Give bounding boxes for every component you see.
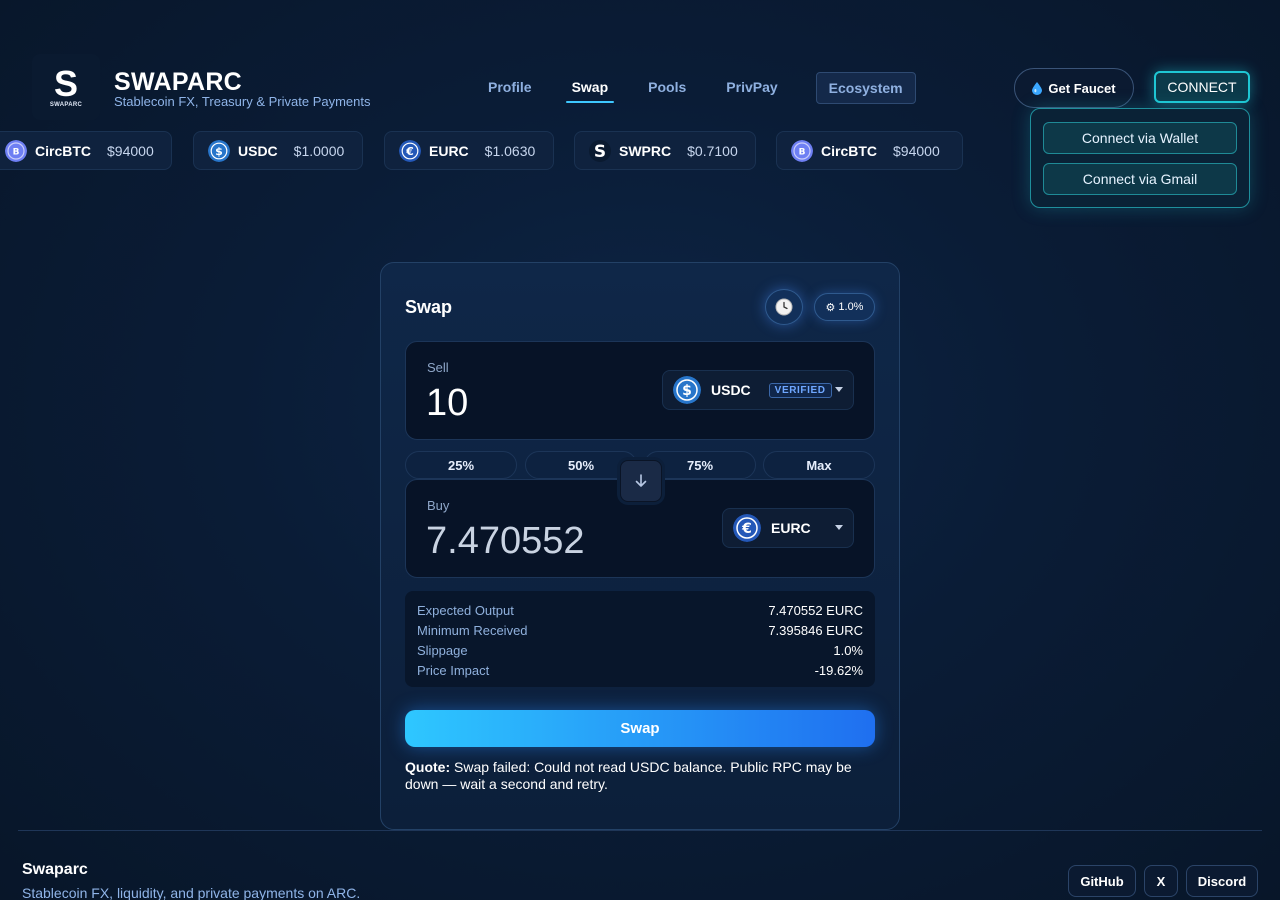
svg-text:$: $ — [682, 383, 692, 399]
detail-row: Slippage 1.0% — [417, 641, 863, 661]
connect-gmail-option[interactable]: Connect via Gmail — [1043, 163, 1237, 195]
circbtc-icon: B — [791, 139, 813, 162]
footer-divider — [18, 830, 1262, 831]
sell-token-selector[interactable]: $ USDC VERIFIED — [662, 370, 854, 410]
ticker-item: S SWPRC $0.7100 — [574, 131, 756, 170]
history-button[interactable] — [765, 289, 803, 325]
svg-text:$: $ — [215, 145, 223, 158]
nav-swap[interactable]: Swap — [564, 72, 617, 103]
detail-row: Expected Output 7.470552 EURC — [417, 601, 863, 621]
ticker-symbol: USDC — [238, 142, 278, 159]
ticker-symbol: SWPRC — [619, 142, 672, 159]
sell-label: Sell — [427, 360, 449, 375]
buy-token-selector[interactable]: € EURC — [722, 508, 854, 548]
footer-title: Swaparc — [22, 861, 88, 878]
nav-privpay[interactable]: PrivPay — [718, 72, 785, 103]
percent-25-button[interactable]: 25% — [405, 451, 517, 479]
brand-title: SWAPARC — [114, 68, 243, 96]
gear-icon: ⚙ — [825, 301, 836, 314]
detail-row: Price Impact -19.62% — [417, 661, 863, 681]
connect-wallet-option[interactable]: Connect via Wallet — [1043, 122, 1237, 154]
connect-button[interactable]: CONNECT — [1154, 71, 1250, 103]
connect-dropdown: Connect via Wallet Connect via Gmail — [1030, 108, 1250, 208]
main-nav: Profile Swap Pools PrivPay Ecosystem — [480, 72, 940, 104]
clock-icon — [775, 298, 793, 316]
svg-text:€: € — [405, 145, 414, 158]
logo-caption: SWAPARC — [49, 101, 83, 108]
sell-panel: Sell 10 $ USDC VERIFIED — [405, 341, 875, 440]
svg-text:B: B — [799, 147, 806, 157]
detail-row: Minimum Received 7.395846 EURC — [417, 621, 863, 641]
ticker-price: $94000 — [893, 142, 940, 159]
swap-button[interactable]: Swap — [405, 710, 875, 747]
water-drop-icon — [1032, 81, 1043, 95]
sell-amount-input[interactable]: 10 — [426, 382, 468, 425]
get-faucet-button[interactable]: Get Faucet — [1014, 68, 1134, 108]
ticker-item: € EURC $1.0630 — [384, 131, 554, 170]
brand-logo[interactable]: S SWAPARC — [32, 54, 100, 120]
chevron-down-icon — [835, 387, 843, 392]
swap-card: Swap ⚙ 1.0% Sell 10 $ USDC VERIFIED 25% … — [380, 262, 900, 830]
usdc-icon: $ — [208, 139, 230, 162]
nav-ecosystem[interactable]: Ecosystem — [815, 72, 916, 104]
detail-label: Price Impact — [417, 663, 490, 678]
arrow-down-icon — [635, 474, 647, 487]
ticker-symbol: EURC — [429, 142, 469, 159]
buy-token-symbol: EURC — [771, 520, 811, 536]
brand-subtitle: Stablecoin FX, Treasury & Private Paymen… — [114, 94, 371, 109]
slippage-settings-button[interactable]: ⚙ 1.0% — [814, 293, 875, 321]
swap-details: Expected Output 7.470552 EURC Minimum Re… — [405, 591, 875, 687]
quote-text: Swap failed: Could not read USDC balance… — [405, 759, 852, 792]
svg-text:€: € — [741, 521, 752, 537]
quote-message: Quote: Swap failed: Could not read USDC … — [405, 759, 875, 793]
detail-value: 1.0% — [833, 643, 863, 658]
usdc-icon: $ — [673, 376, 701, 404]
eurc-icon: € — [733, 514, 761, 542]
flip-tokens-button[interactable] — [620, 460, 662, 502]
ticker-price: $1.0000 — [293, 142, 345, 159]
svg-text:B: B — [13, 147, 20, 157]
logo-letter: S — [53, 62, 78, 104]
ticker-symbol: CircBTC — [35, 142, 92, 159]
buy-label: Buy — [427, 498, 450, 513]
svg-text:S: S — [594, 142, 606, 162]
footer-subtitle: Stablecoin FX, liquidity, and private pa… — [22, 885, 361, 900]
detail-value: 7.395846 EURC — [768, 623, 863, 638]
swap-card-title: Swap — [405, 297, 453, 317]
nav-pools[interactable]: Pools — [640, 72, 694, 103]
discord-link[interactable]: Discord — [1186, 865, 1258, 897]
ticker-symbol: CircBTC — [821, 142, 878, 159]
detail-value: 7.470552 EURC — [768, 603, 863, 618]
ticker-item: $ USDC $1.0000 — [193, 131, 363, 170]
github-link[interactable]: GitHub — [1068, 865, 1136, 897]
detail-label: Minimum Received — [417, 623, 528, 638]
detail-value: -19.62% — [814, 663, 863, 678]
buy-amount-output: 7.470552 — [426, 520, 585, 562]
x-link[interactable]: X — [1144, 865, 1178, 897]
detail-label: Slippage — [417, 643, 468, 658]
price-ticker: B CircBTC $94000 $ USDC $1.0000 € EURC $… — [0, 131, 980, 171]
ticker-price: $1.0630 — [484, 142, 536, 159]
swprc-icon: S — [589, 139, 611, 162]
slippage-value: 1.0% — [838, 301, 864, 313]
sell-token-symbol: USDC — [711, 382, 751, 398]
ticker-item: B CircBTC $94000 — [0, 131, 172, 170]
ticker-item: B CircBTC $94000 — [776, 131, 963, 170]
eurc-icon: € — [399, 139, 421, 162]
ticker-price: $0.7100 — [687, 142, 738, 159]
nav-profile[interactable]: Profile — [480, 72, 540, 103]
get-faucet-label: Get Faucet — [1048, 80, 1116, 96]
quote-label: Quote: — [405, 759, 451, 775]
chevron-down-icon — [835, 525, 843, 530]
max-button[interactable]: Max — [763, 451, 875, 479]
detail-label: Expected Output — [417, 603, 514, 618]
circbtc-icon: B — [5, 139, 27, 162]
verified-badge: VERIFIED — [768, 382, 832, 398]
ticker-price: $94000 — [107, 142, 154, 159]
